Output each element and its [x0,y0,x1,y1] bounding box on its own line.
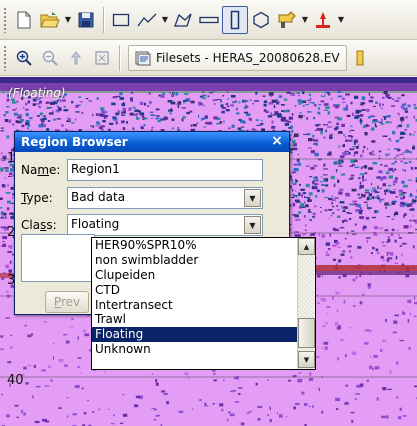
fileset-icon [135,51,151,65]
save-button[interactable] [73,6,99,34]
scroll-thumb[interactable] [298,318,315,348]
rectangle-tool-button[interactable] [108,6,134,34]
save-icon [78,12,94,27]
class-option[interactable]: Trawl [92,312,297,327]
class-label: Class: [21,218,57,232]
scroll-down-icon[interactable]: ▼ [298,351,315,368]
type-label: Type: [21,191,53,205]
class-select-value: Floating [71,217,120,231]
marker-tool-icon [316,11,330,28]
class-dropdown-list[interactable]: HER90%SPR10% non swimbladder Clupeiden C… [91,237,316,370]
prev-button[interactable]: Prev [45,291,89,313]
polyline-tool-button[interactable] [134,6,160,34]
zoom-extents-button[interactable] [89,44,115,72]
class-option[interactable]: non swimbladder [92,253,297,268]
chevron-down-icon[interactable]: ▼ [244,216,261,234]
brush-dropdown-arrow[interactable]: ▼ [300,6,310,34]
zoom-back-button[interactable] [63,44,89,72]
polygon-tool-icon [174,13,192,27]
drawing-toolbar: ▼ ▼ ▼ ▼ [0,0,417,40]
zoom-out-button[interactable] [37,44,63,72]
type-select-value: Bad data [71,190,126,204]
depth-label-40: 40 [7,373,24,388]
fileset-extra-button[interactable] [347,44,373,72]
dropdown-scrollbar[interactable]: ▲ ▼ [297,238,315,369]
new-icon [17,11,31,28]
region-class-label: (Floating) [8,86,66,100]
class-option[interactable]: Clupeiden [92,268,297,283]
hexagon-tool-icon [253,11,269,28]
chevron-down-icon[interactable]: ▼ [244,189,261,207]
new-file-button[interactable] [11,6,37,34]
class-options: HER90%SPR10% non swimbladder Clupeiden C… [92,238,297,357]
zoom-in-button[interactable] [11,44,37,72]
brush-tool-button[interactable] [274,6,300,34]
class-option[interactable]: Floating [92,327,297,343]
type-row: Type: Bad data ▼ [21,187,263,209]
fileset-label: Filesets - HERAS_20080628.EV [156,50,340,65]
class-row: Class: Floating ▼ [21,214,263,236]
open-icon [40,11,60,27]
marker-dropdown-arrow[interactable]: ▼ [336,6,346,34]
polygon-tool-button[interactable] [170,6,196,34]
class-option[interactable]: CTD [92,283,297,298]
class-option[interactable]: Unknown [92,342,297,357]
hexagon-tool-button[interactable] [248,6,274,34]
open-dropdown-arrow[interactable]: ▼ [63,6,73,34]
zoom-back-icon [70,50,82,64]
scroll-up-icon[interactable]: ▲ [298,238,315,255]
dialog-titlebar[interactable]: Region Browser × [15,132,289,152]
rectangle-tool-icon [112,13,130,26]
type-select[interactable]: Bad data ▼ [67,187,263,209]
name-label: Name: [21,163,61,177]
view-toolbar: Filesets - HERAS_20080628.EV [0,40,417,76]
toolbar-separator [119,44,120,71]
fileset-selector[interactable]: Filesets - HERAS_20080628.EV [128,44,347,71]
region-name-input[interactable]: Region1 [67,159,263,181]
vertical-band-tool-button[interactable] [222,5,248,34]
class-option[interactable]: HER90%SPR10% [92,238,297,253]
open-file-button[interactable] [37,6,63,34]
fileset-extra-icon [356,50,364,65]
zoom-in-icon [16,50,32,66]
toolbar-grip[interactable] [3,6,7,33]
toolbar-grip[interactable] [3,44,7,71]
marker-tool-button[interactable] [310,6,336,34]
class-option[interactable]: Intertransect [92,298,297,313]
name-row: Name: Region1 [21,159,263,181]
dialog-title: Region Browser [21,135,128,149]
zoom-out-icon [42,50,58,66]
line-tool-icon [199,16,219,23]
zoom-extents-icon [95,50,109,65]
close-icon[interactable]: × [269,134,285,150]
toolbar-separator [103,6,104,33]
brush-tool-icon [278,10,296,28]
vertical-band-tool-icon [230,10,240,29]
polyline-tool-icon [137,13,157,26]
region-notes-box[interactable] [21,234,95,282]
line-tool-button[interactable] [196,6,222,34]
class-select[interactable]: Floating ▼ [67,214,263,236]
polyline-dropdown-arrow[interactable]: ▼ [160,6,170,34]
